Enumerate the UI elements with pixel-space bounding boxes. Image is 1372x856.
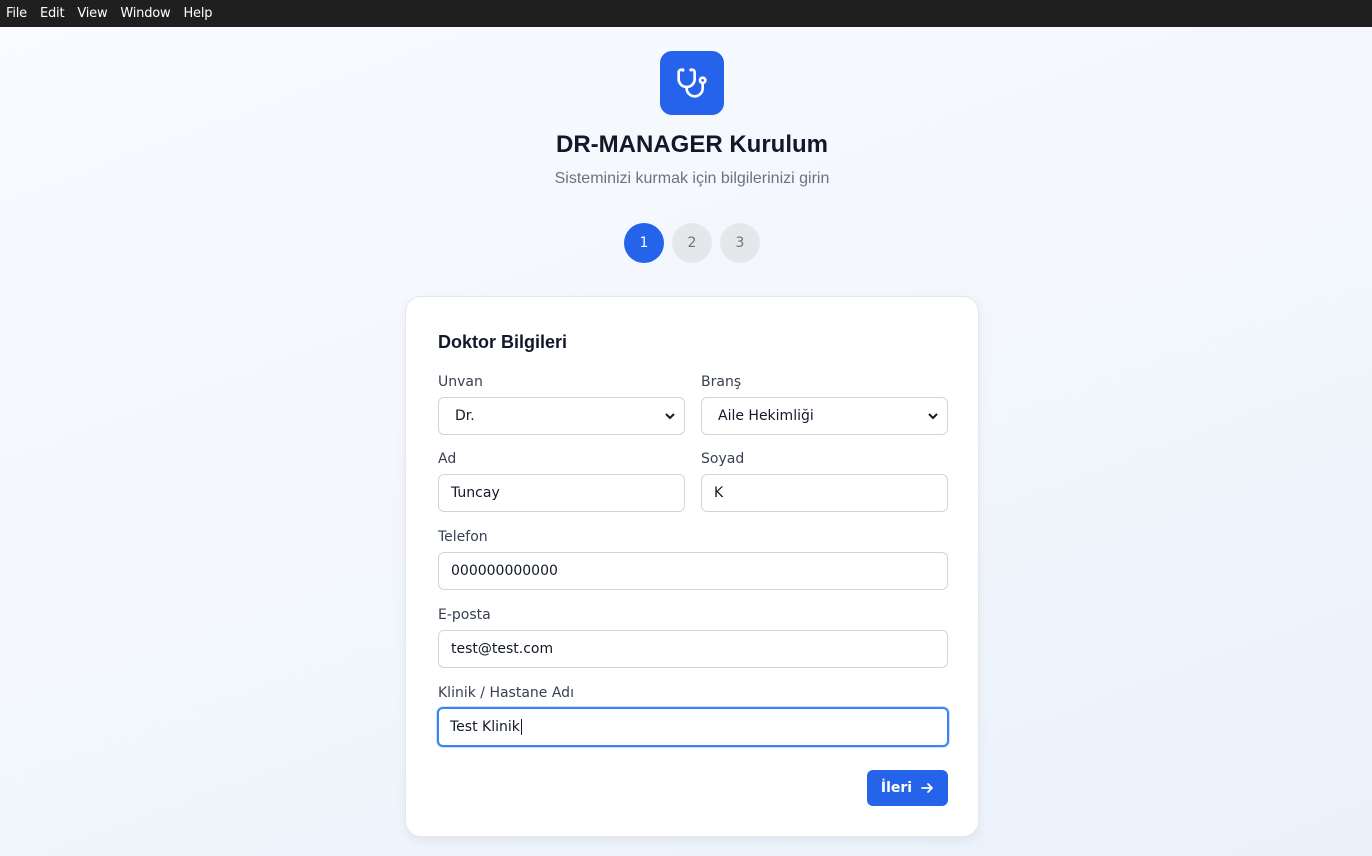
telefon-label: Telefon [438, 529, 488, 545]
app-logo [660, 51, 724, 115]
eposta-value: test@test.com [451, 641, 554, 657]
brans-value: Aile Hekimliği [718, 408, 814, 424]
unvan-label: Unvan [438, 374, 483, 390]
menu-window[interactable]: Window [120, 6, 170, 21]
menu-edit[interactable]: Edit [40, 6, 65, 21]
unvan-value: Dr. [455, 408, 475, 424]
menu-help[interactable]: Help [183, 6, 212, 21]
soyad-input[interactable]: K [701, 474, 948, 512]
arrow-right-icon [921, 783, 934, 793]
chevron-down-icon [928, 413, 938, 420]
next-button-label: İleri [880, 780, 913, 796]
page-subtitle: Sisteminizi kurmak için bilgilerinizi gi… [554, 170, 830, 187]
klinik-label: Klinik / Hastane Adı [438, 685, 574, 701]
form-card: Doktor Bilgileri Unvan Dr. Branş Aile He… [405, 296, 979, 837]
eposta-input[interactable]: test@test.com [438, 630, 948, 668]
menu-view[interactable]: View [77, 6, 107, 21]
telefon-value: 000000000000 [451, 563, 558, 579]
soyad-value: K [714, 485, 724, 501]
soyad-label: Soyad [701, 451, 745, 467]
text-caret [520, 719, 522, 735]
stethoscope-icon [677, 68, 707, 98]
page-title: DR-MANAGER Kurulum [556, 131, 828, 158]
form-title: Doktor Bilgileri [438, 332, 568, 352]
step-2: 2 [672, 223, 712, 263]
next-button[interactable]: İleri [867, 770, 948, 806]
menubar: File Edit View Window Help [0, 0, 1372, 27]
ad-value: Tuncay [451, 485, 500, 501]
step-3: 3 [720, 223, 760, 263]
chevron-down-icon [665, 413, 675, 420]
klinik-input[interactable]: Test Klinik [437, 707, 949, 747]
ad-label: Ad [438, 451, 457, 467]
step-1: 1 [624, 223, 664, 263]
brans-select[interactable]: Aile Hekimliği [701, 397, 948, 435]
brans-label: Branş [701, 374, 742, 390]
menu-file[interactable]: File [6, 6, 27, 21]
unvan-select[interactable]: Dr. [438, 397, 685, 435]
ad-input[interactable]: Tuncay [438, 474, 685, 512]
telefon-input[interactable]: 000000000000 [438, 552, 948, 590]
eposta-label: E-posta [438, 607, 491, 623]
step-indicator: 1 2 3 [624, 223, 760, 263]
klinik-value: Test Klinik [450, 719, 520, 735]
